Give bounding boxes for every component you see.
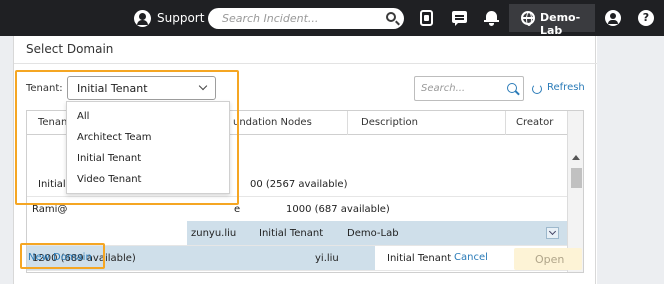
incident-search-input[interactable]: Search Incident... (208, 8, 404, 29)
refresh-button[interactable]: Refresh (532, 82, 596, 98)
current-domain-label: Demo-Lab (540, 11, 581, 37)
highlight-tenant-filter (15, 70, 239, 205)
scroll-thumb[interactable] (571, 168, 582, 188)
backdrop-left (0, 36, 13, 284)
column-divider (505, 111, 506, 135)
bell-icon[interactable] (484, 11, 499, 26)
cell-foundation-nodes: 1000 (687 available) (286, 204, 390, 215)
dialog-title: Select Domain (26, 42, 114, 56)
refresh-icon (532, 84, 542, 94)
column-divider (347, 111, 348, 135)
row-fill (27, 221, 187, 245)
open-button[interactable]: Open (514, 248, 582, 270)
phone-icon[interactable] (420, 10, 433, 26)
support-link[interactable]: Support (157, 11, 204, 25)
search-icon[interactable] (507, 83, 517, 93)
cell-creator: yi.liu (315, 253, 339, 264)
globe-icon (521, 11, 535, 26)
top-bar: Support Search Incident... Demo-Lab ? (0, 0, 664, 37)
domain-search-placeholder: Search... (421, 83, 466, 94)
cell-foundation-nodes: 00 (2567 available) (250, 179, 348, 190)
support-icon[interactable] (134, 10, 151, 27)
refresh-label: Refresh (547, 82, 585, 93)
cancel-button[interactable]: Cancel (454, 252, 488, 263)
chat-icon[interactable] (452, 11, 467, 26)
column-header-description[interactable]: Description (361, 117, 418, 128)
scroll-up-arrow-icon[interactable] (572, 155, 580, 160)
cell-tenant: Initial Tenant (387, 253, 452, 264)
highlight-new-domain (20, 243, 105, 269)
chevron-down-icon[interactable] (546, 227, 559, 239)
column-header-creator[interactable]: Creator (516, 117, 553, 128)
cell-creator: zunyu.liu (191, 228, 237, 239)
help-icon[interactable]: ? (638, 10, 654, 26)
column-header-foundation-nodes[interactable]: undation Nodes (233, 117, 312, 128)
table-row-selected[interactable]: zunyu.liu Initial Tenant Demo-Lab (27, 221, 567, 246)
screen: Support Search Incident... Demo-Lab ? Se… (0, 0, 664, 284)
cell-nodes-fragment: e (234, 204, 241, 215)
title-divider (14, 63, 597, 64)
incident-search-placeholder: Search Incident... (222, 12, 319, 25)
search-icon[interactable] (386, 12, 396, 22)
domain-search-input[interactable]: Search... (414, 76, 524, 101)
cell-domain: Demo-Lab (347, 228, 399, 239)
cell-tenant: Initial Tenant (259, 228, 324, 239)
cell-tenant: Rami@ (32, 204, 68, 215)
open-button-label: Open (535, 253, 565, 266)
domain-switcher-button[interactable]: Demo-Lab (509, 4, 595, 37)
user-icon[interactable] (605, 10, 621, 26)
backdrop-right (597, 36, 664, 284)
